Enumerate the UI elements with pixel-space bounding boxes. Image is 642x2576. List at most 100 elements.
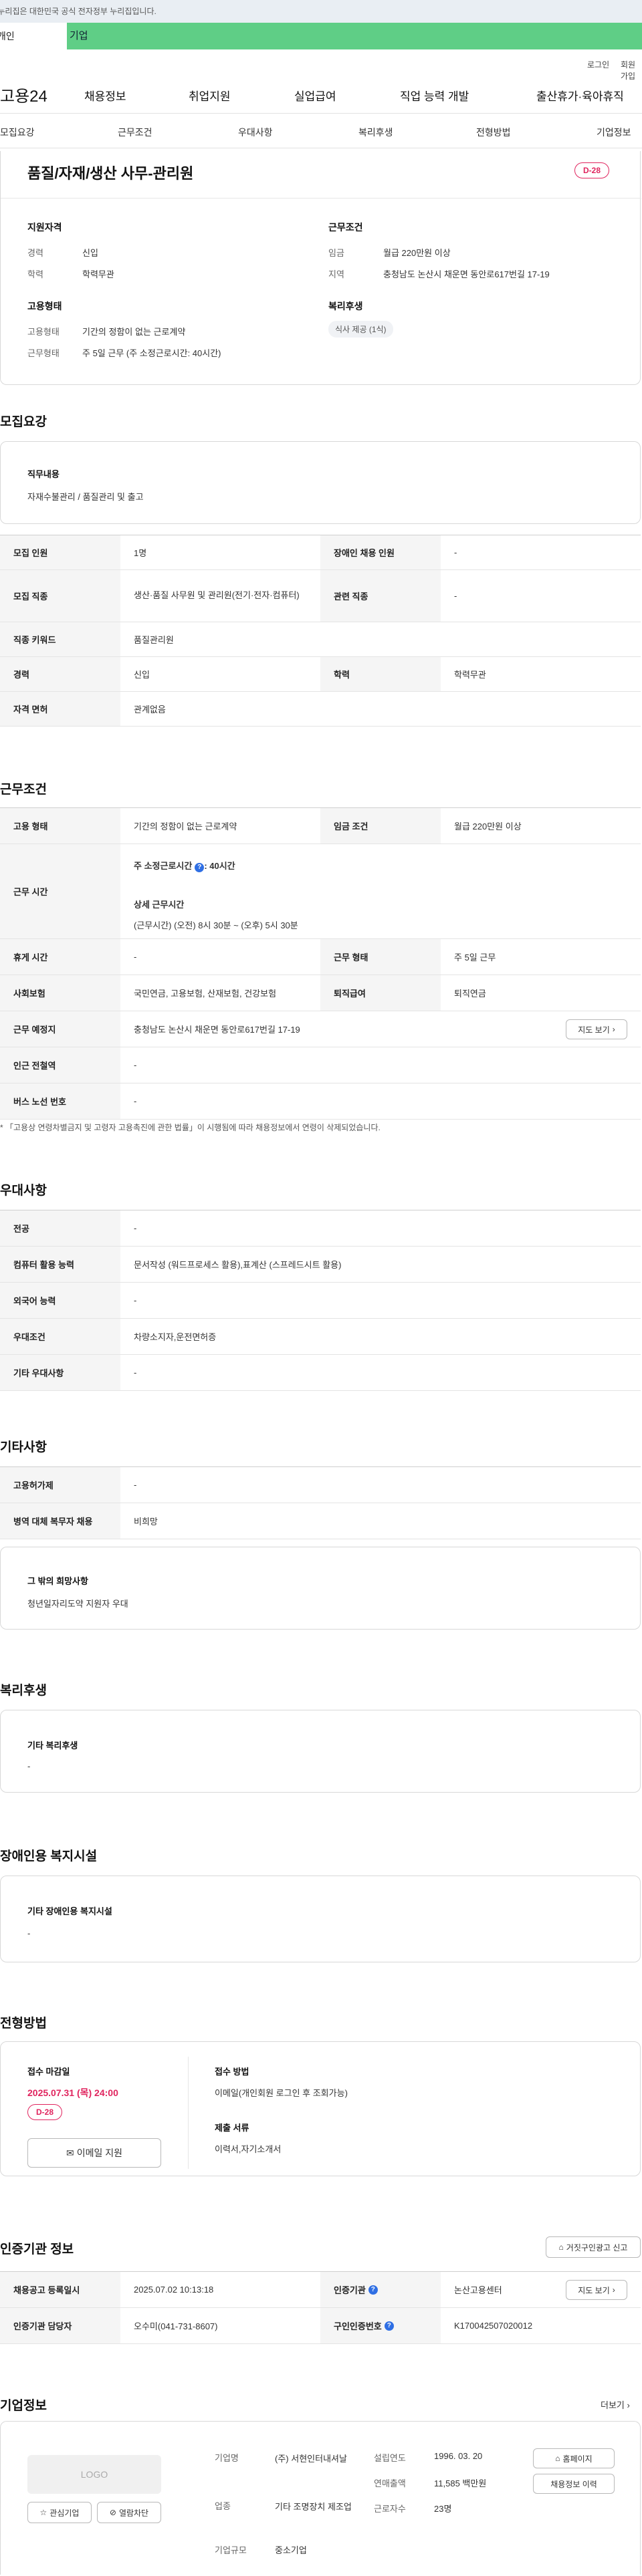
facility-value: - bbox=[27, 1928, 31, 1938]
license-label: 자격 면허 bbox=[0, 692, 120, 726]
report-ad-button[interactable]: ⌂ 거짓구인광고 신고 bbox=[546, 2236, 641, 2258]
wage-row-label: 임금 조건 bbox=[320, 808, 441, 844]
size-value: 중소기업 bbox=[275, 2545, 307, 2555]
count-label: 모집 인원 bbox=[0, 535, 120, 569]
license-value: 관계없음 bbox=[134, 704, 166, 715]
cert-map-label: 지도 보기 bbox=[578, 2285, 610, 2295]
wage-label: 임금 bbox=[328, 248, 344, 258]
tab-company-label: 기업 bbox=[70, 30, 88, 41]
tab-selection[interactable]: 전형방법 bbox=[476, 126, 511, 139]
military-value: 비희망 bbox=[134, 1517, 158, 1527]
block-company-button[interactable]: ⊘ 열람차단 bbox=[97, 2502, 161, 2523]
menu-jobs[interactable]: 채용정보 bbox=[84, 87, 126, 104]
help-icon[interactable]: ? bbox=[195, 863, 205, 872]
tab-personal[interactable]: 개인 bbox=[0, 23, 67, 49]
lang-value: - bbox=[134, 1295, 137, 1305]
major-value: - bbox=[134, 1223, 137, 1233]
help-icon[interactable]: ? bbox=[384, 2321, 394, 2331]
docs-label: 제출 서류 bbox=[215, 2123, 249, 2133]
login-link[interactable]: 로그인 bbox=[587, 59, 609, 70]
form-row-label: 근무 형태 bbox=[320, 939, 441, 975]
reg-date-label: 채용공고 등록일시 bbox=[0, 2272, 120, 2307]
time-detail-value: (근무시간) (오전) 8시 30분 ~ (오후) 5시 30분 bbox=[134, 920, 298, 930]
duty-title: 직무내용 bbox=[27, 469, 60, 479]
industry-label: 업종 bbox=[215, 2501, 231, 2511]
edu-row-value: 학력무관 bbox=[454, 670, 486, 680]
tab-personal-label: 개인 bbox=[0, 31, 15, 41]
extra-value: 청년일자리도약 지원자 우대 bbox=[27, 1599, 128, 1609]
table-row: 기타 우대사항 - bbox=[0, 1355, 641, 1391]
welfare-heading: 복리후생 bbox=[328, 301, 363, 311]
email-apply-label: 이메일 지원 bbox=[76, 2148, 123, 2158]
job-history-button[interactable]: 채용정보 이력 bbox=[533, 2474, 615, 2494]
tab-preferences[interactable]: 우대사항 bbox=[238, 126, 273, 139]
table-row: 사회보험 국민연금, 고용보험, 산재보험, 건강보험 퇴직급여 퇴직연금 bbox=[0, 975, 641, 1011]
time-detail-title: 상세 근무시간 bbox=[134, 900, 185, 910]
table-row: 근무 시간 주 소정근로시간?: 40시간 상세 근무시간 (근무시간) (오전… bbox=[0, 844, 641, 939]
age-note: * 「고용상 연령차별금지 및 고령자 고용촉진에 관한 법률」이 시행됨에 따… bbox=[0, 1123, 381, 1132]
cert-staff-value: 오수미(041-731-8607) bbox=[134, 2321, 218, 2331]
week-hours-label: 주 소정근로시간 bbox=[134, 861, 193, 871]
disabled-value: - bbox=[454, 547, 457, 557]
emp-type-label: 고용형태 bbox=[27, 327, 60, 337]
facility-heading: 장애인용 복지시설 bbox=[0, 1849, 98, 1863]
menu-unemployment-benefit[interactable]: 실업급여 bbox=[294, 87, 336, 104]
menu-parental-leave[interactable]: 출산휴가·육아휴직 bbox=[536, 87, 624, 104]
related-label: 관련 직종 bbox=[320, 570, 441, 622]
facility-title: 기타 장애인용 복지시설 bbox=[27, 1906, 112, 1916]
menu-skill-development[interactable]: 직업 능력 개발 bbox=[400, 87, 469, 104]
email-apply-button[interactable]: ✉ 이메일 지원 bbox=[27, 2138, 161, 2168]
cert-map-button[interactable]: 지도 보기 › bbox=[566, 2280, 627, 2300]
recruit-heading: 모집요강 bbox=[0, 415, 47, 429]
home-icon: ⌂ bbox=[555, 2454, 560, 2463]
tab-recruit[interactable]: 모집요강 bbox=[0, 126, 35, 139]
block-icon: ⊘ bbox=[109, 2508, 116, 2517]
job-history-label: 채용정보 이력 bbox=[550, 2479, 597, 2489]
help-icon[interactable]: ? bbox=[368, 2285, 378, 2295]
pc-value: 문서작성 (워드프로세스 활용),표계산 (스프레드시트 활용) bbox=[134, 1260, 342, 1270]
cert-org-label-text: 인증기관 bbox=[334, 2285, 366, 2295]
major-label: 전공 bbox=[0, 1210, 120, 1246]
detail-tabs: 모집요강 근무조건 우대사항 복리후생 전형방법 기업정보 bbox=[0, 114, 642, 148]
facility-card: 기타 장애인용 복지시설 - bbox=[0, 1876, 641, 1962]
tab-welfare[interactable]: 복리후생 bbox=[358, 126, 393, 139]
tab-company-info[interactable]: 기업정보 bbox=[597, 126, 631, 139]
method-label: 접수 방법 bbox=[215, 2067, 249, 2077]
recruit-table: 모집 인원 1명 장애인 채용 인원 - 모집 직종 생산·품질 사무원 및 관… bbox=[0, 535, 641, 727]
tab-company[interactable]: 기업 bbox=[67, 23, 642, 49]
staff-value: 23명 bbox=[434, 2504, 452, 2514]
cert-staff-label: 인증기관 담당자 bbox=[0, 2308, 120, 2343]
job-value: 생산·품질 사무원 및 관리원(전기·전자·컴퓨터) bbox=[134, 590, 300, 601]
cert-heading: 인증기관 정보 bbox=[0, 2242, 74, 2257]
map-button[interactable]: 지도 보기 › bbox=[566, 1019, 627, 1039]
military-label: 병역 대체 복무자 채용 bbox=[0, 1503, 120, 1539]
work-heading: 근무조건 bbox=[0, 783, 47, 797]
table-row: 고용허가제 - bbox=[0, 1467, 641, 1503]
company-card: LOGO ☆ 관심기업 ⊘ 열람차단 기업명 (주) 서현인터내셔날 업종 기타 조… bbox=[0, 2421, 641, 2575]
insurance-label: 사회보험 bbox=[0, 975, 120, 1011]
disabled-label: 장애인 채용 인원 bbox=[320, 535, 441, 569]
edu-label: 학력 bbox=[27, 269, 43, 279]
pref-heading: 우대사항 bbox=[0, 1184, 47, 1198]
menu-employment-support[interactable]: 취업지원 bbox=[189, 87, 231, 104]
dday-badge: D-28 bbox=[574, 162, 610, 178]
extra-card: 그 밖의 희망사항 청년일자리도약 지원자 우대 bbox=[0, 1547, 641, 1630]
mail-icon: ✉ bbox=[66, 2147, 74, 2158]
favorite-company-button[interactable]: ☆ 관심기업 bbox=[27, 2502, 92, 2523]
table-row: 버스 노선 번호 - bbox=[0, 1083, 641, 1120]
site-logo[interactable]: 고용24 bbox=[0, 83, 47, 106]
tab-work-conditions[interactable]: 근무조건 bbox=[118, 126, 152, 139]
sales-label: 연매출액 bbox=[374, 2478, 406, 2488]
pc-label: 컴퓨터 활용 능력 bbox=[0, 1247, 120, 1282]
gov-banner-text: 이 누리집은 대한민국 공식 전자정부 누리집입니다. bbox=[0, 7, 156, 16]
break-label: 휴게 시간 bbox=[0, 939, 120, 975]
table-row: 인근 전철역 - bbox=[0, 1047, 641, 1083]
site-header: 고용24 채용정보 취업지원 실업급여 직업 능력 개발 출산휴가·육아휴직 bbox=[0, 74, 642, 114]
staff-label: 근로자수 bbox=[374, 2504, 406, 2514]
place-value: 충청남도 논산시 채운면 동안로617번길 17-19 bbox=[134, 1025, 300, 1035]
homepage-button[interactable]: ⌂ 홈페이지 bbox=[533, 2448, 615, 2468]
more-link[interactable]: 더보기 › bbox=[601, 2398, 630, 2411]
table-row: 자격 면허 관계없음 bbox=[0, 692, 641, 727]
table-row: 인증기관 담당자 오수미(041-731-8607) 구인인증번호? K1700… bbox=[0, 2308, 641, 2344]
retire-value: 퇴직연금 bbox=[454, 989, 486, 999]
